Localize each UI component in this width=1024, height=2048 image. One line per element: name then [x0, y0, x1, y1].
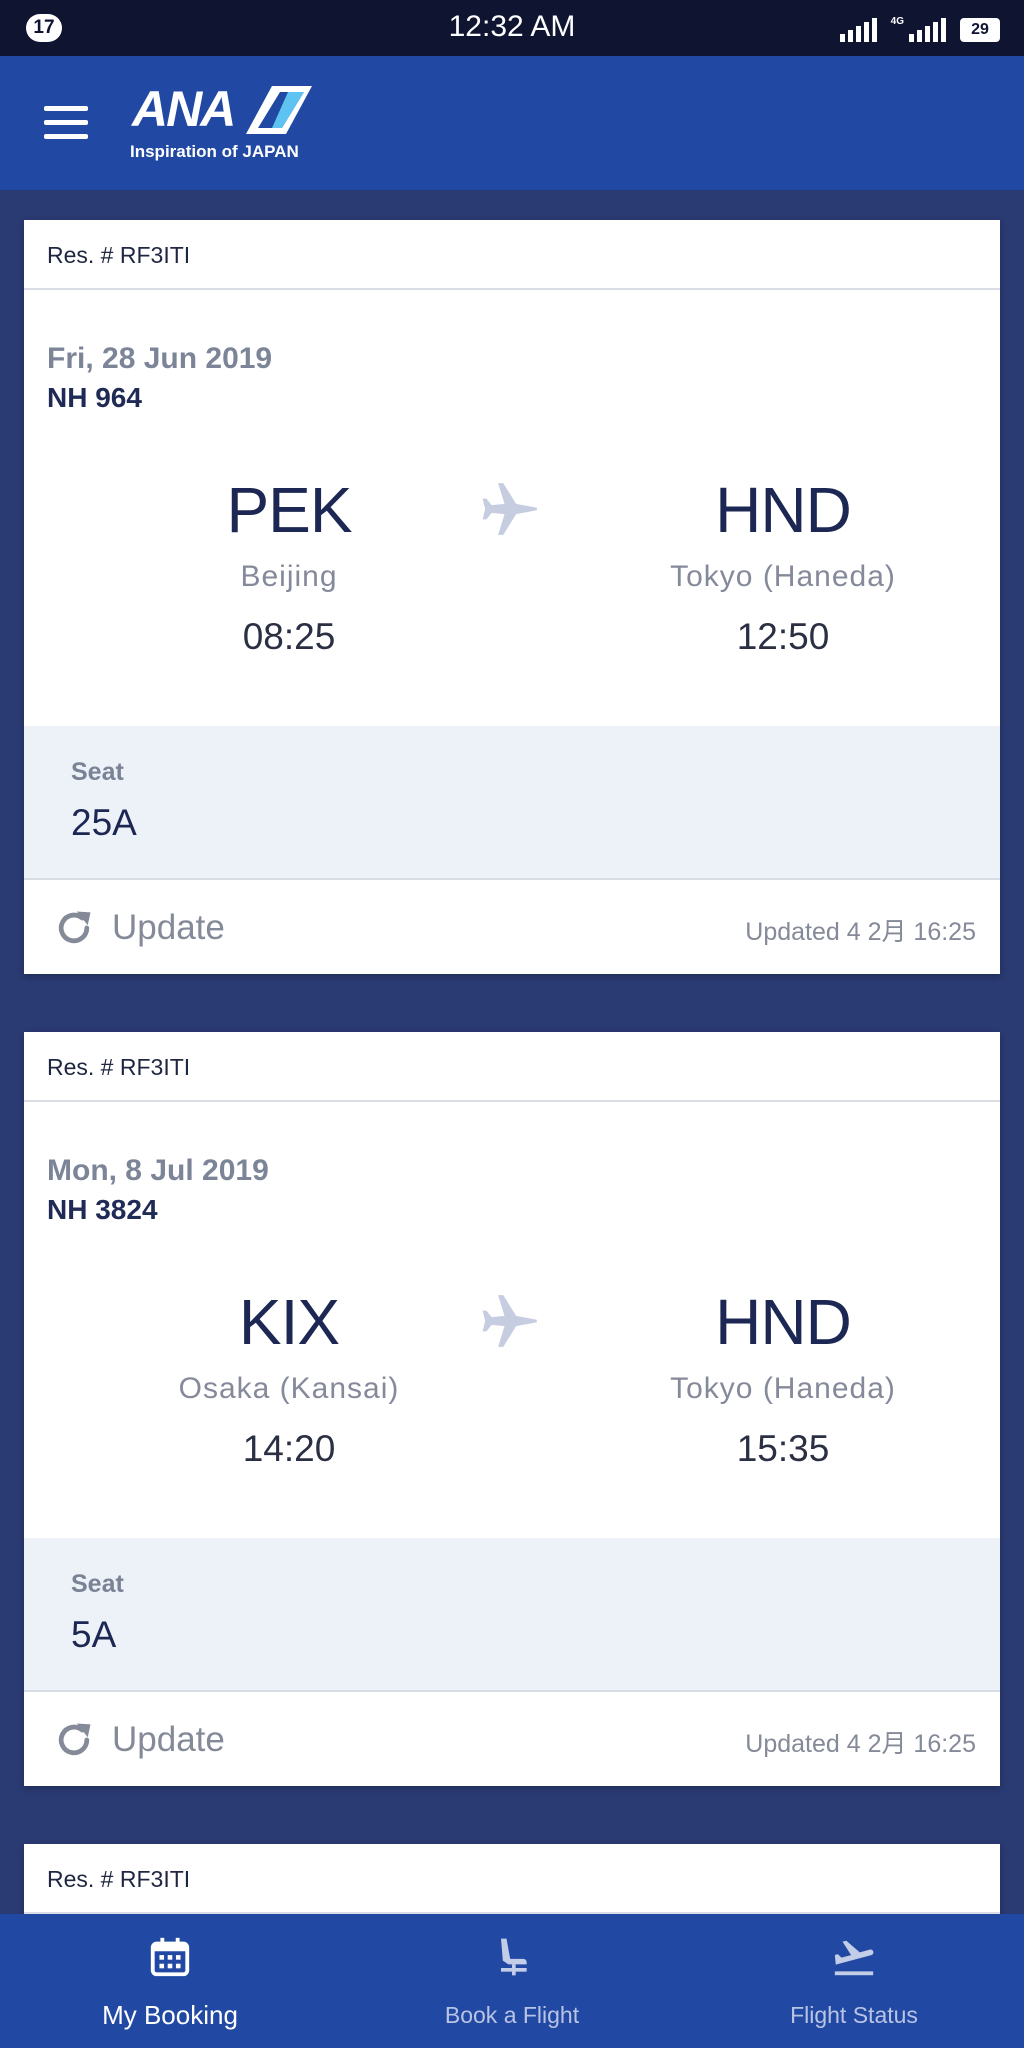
origin-city: Beijing — [240, 560, 338, 593]
battery-icon: 29 — [960, 18, 1000, 42]
update-row: Update Updated 4 2月 16:25 — [24, 1692, 1000, 1788]
nav-label: Book a Flight — [444, 2002, 580, 2028]
airplane-icon — [482, 483, 537, 535]
airplane-icon — [482, 1295, 537, 1347]
update-button[interactable]: Update — [52, 1714, 225, 1766]
arrival-time: 15:35 — [736, 1428, 830, 1469]
flight-number: NH 3824 — [47, 1194, 158, 1225]
origin-airport: PEK Beijing 08:25 — [109, 474, 469, 658]
nav-flight-status[interactable]: Flight Status — [684, 1914, 1024, 2048]
calendar-icon — [150, 1937, 190, 1977]
bottom-navigation: My Booking Book a Flight Flight Status — [0, 1914, 1024, 2048]
seat-panel: Seat 5A — [24, 1538, 1000, 1692]
signal-icon — [839, 16, 877, 42]
arrival-time: 12:50 — [736, 616, 830, 657]
logo-tagline: Inspiration of JAPAN — [130, 142, 299, 161]
nav-label: My Booking — [102, 2000, 238, 2030]
reservation-number: Res. # RF3ITI — [24, 220, 1000, 290]
update-label: Update — [112, 908, 225, 947]
nav-my-booking[interactable]: My Booking — [0, 1914, 340, 2048]
refresh-icon — [58, 1723, 91, 1756]
destination-city: Tokyo (Haneda) — [670, 560, 896, 593]
last-updated: Updated 4 2月 16:25 — [745, 1730, 976, 1758]
menu-icon[interactable] — [44, 106, 88, 140]
status-icons: 4G 29 — [839, 12, 1000, 42]
departure-time: 08:25 — [242, 616, 336, 657]
destination-code: HND — [715, 474, 852, 546]
app-header: ANA Inspiration of JAPAN — [0, 56, 1024, 190]
nav-book-a-flight[interactable]: Book a Flight — [342, 1914, 682, 2048]
seat-label: Seat — [71, 1570, 124, 1598]
flight-date: Fri, 28 Jun 2019 — [47, 342, 273, 375]
destination-airport: HND Tokyo (Haneda) 12:50 — [603, 474, 963, 658]
seat-label: Seat — [71, 758, 124, 786]
reservation-number: Res. # RF3ITI — [24, 1032, 1000, 1102]
flight-date: Mon, 8 Jul 2019 — [47, 1154, 269, 1187]
nav-label: Flight Status — [790, 2002, 918, 2028]
destination-airport: HND Tokyo (Haneda) 15:35 — [603, 1286, 963, 1470]
logo-stripes-icon — [246, 86, 312, 134]
destination-code: HND — [715, 1286, 852, 1358]
status-bar: 17 12:32 AM 4G 29 — [0, 0, 1024, 56]
flight-number: NH 964 — [47, 382, 142, 413]
update-row: Update Updated 4 2月 16:25 — [24, 880, 1000, 976]
ana-logo: ANA Inspiration of JAPAN — [130, 80, 330, 170]
reservation-number: Res. # RF3ITI — [24, 1844, 1000, 1914]
booking-card[interactable]: Res. # RF3ITI Fri, 28 Jun 2019 NH 964 PE… — [24, 220, 1000, 974]
origin-airport: KIX Osaka (Kansai) 14:20 — [109, 1286, 469, 1470]
network-type-label: 4G — [890, 16, 904, 27]
departure-time: 14:20 — [242, 1428, 336, 1469]
seat-panel: Seat 25A — [24, 726, 1000, 880]
seat-number: 5A — [71, 1614, 117, 1655]
origin-code: KIX — [238, 1286, 340, 1358]
update-label: Update — [112, 1720, 225, 1759]
departure-icon — [834, 1940, 874, 1976]
logo-text: ANA — [132, 81, 236, 137]
refresh-icon — [58, 911, 91, 944]
origin-code: PEK — [226, 474, 352, 546]
seat-number: 25A — [71, 802, 137, 843]
last-updated: Updated 4 2月 16:25 — [745, 918, 976, 946]
origin-city: Osaka (Kansai) — [178, 1372, 400, 1405]
destination-city: Tokyo (Haneda) — [670, 1372, 896, 1405]
update-button[interactable]: Update — [52, 902, 225, 954]
booking-card[interactable]: Res. # RF3ITI Mon, 8 Jul 2019 NH 3824 KI… — [24, 1032, 1000, 1786]
seat-icon — [501, 1938, 527, 1976]
signal-4g-icon: 4G — [891, 16, 946, 42]
